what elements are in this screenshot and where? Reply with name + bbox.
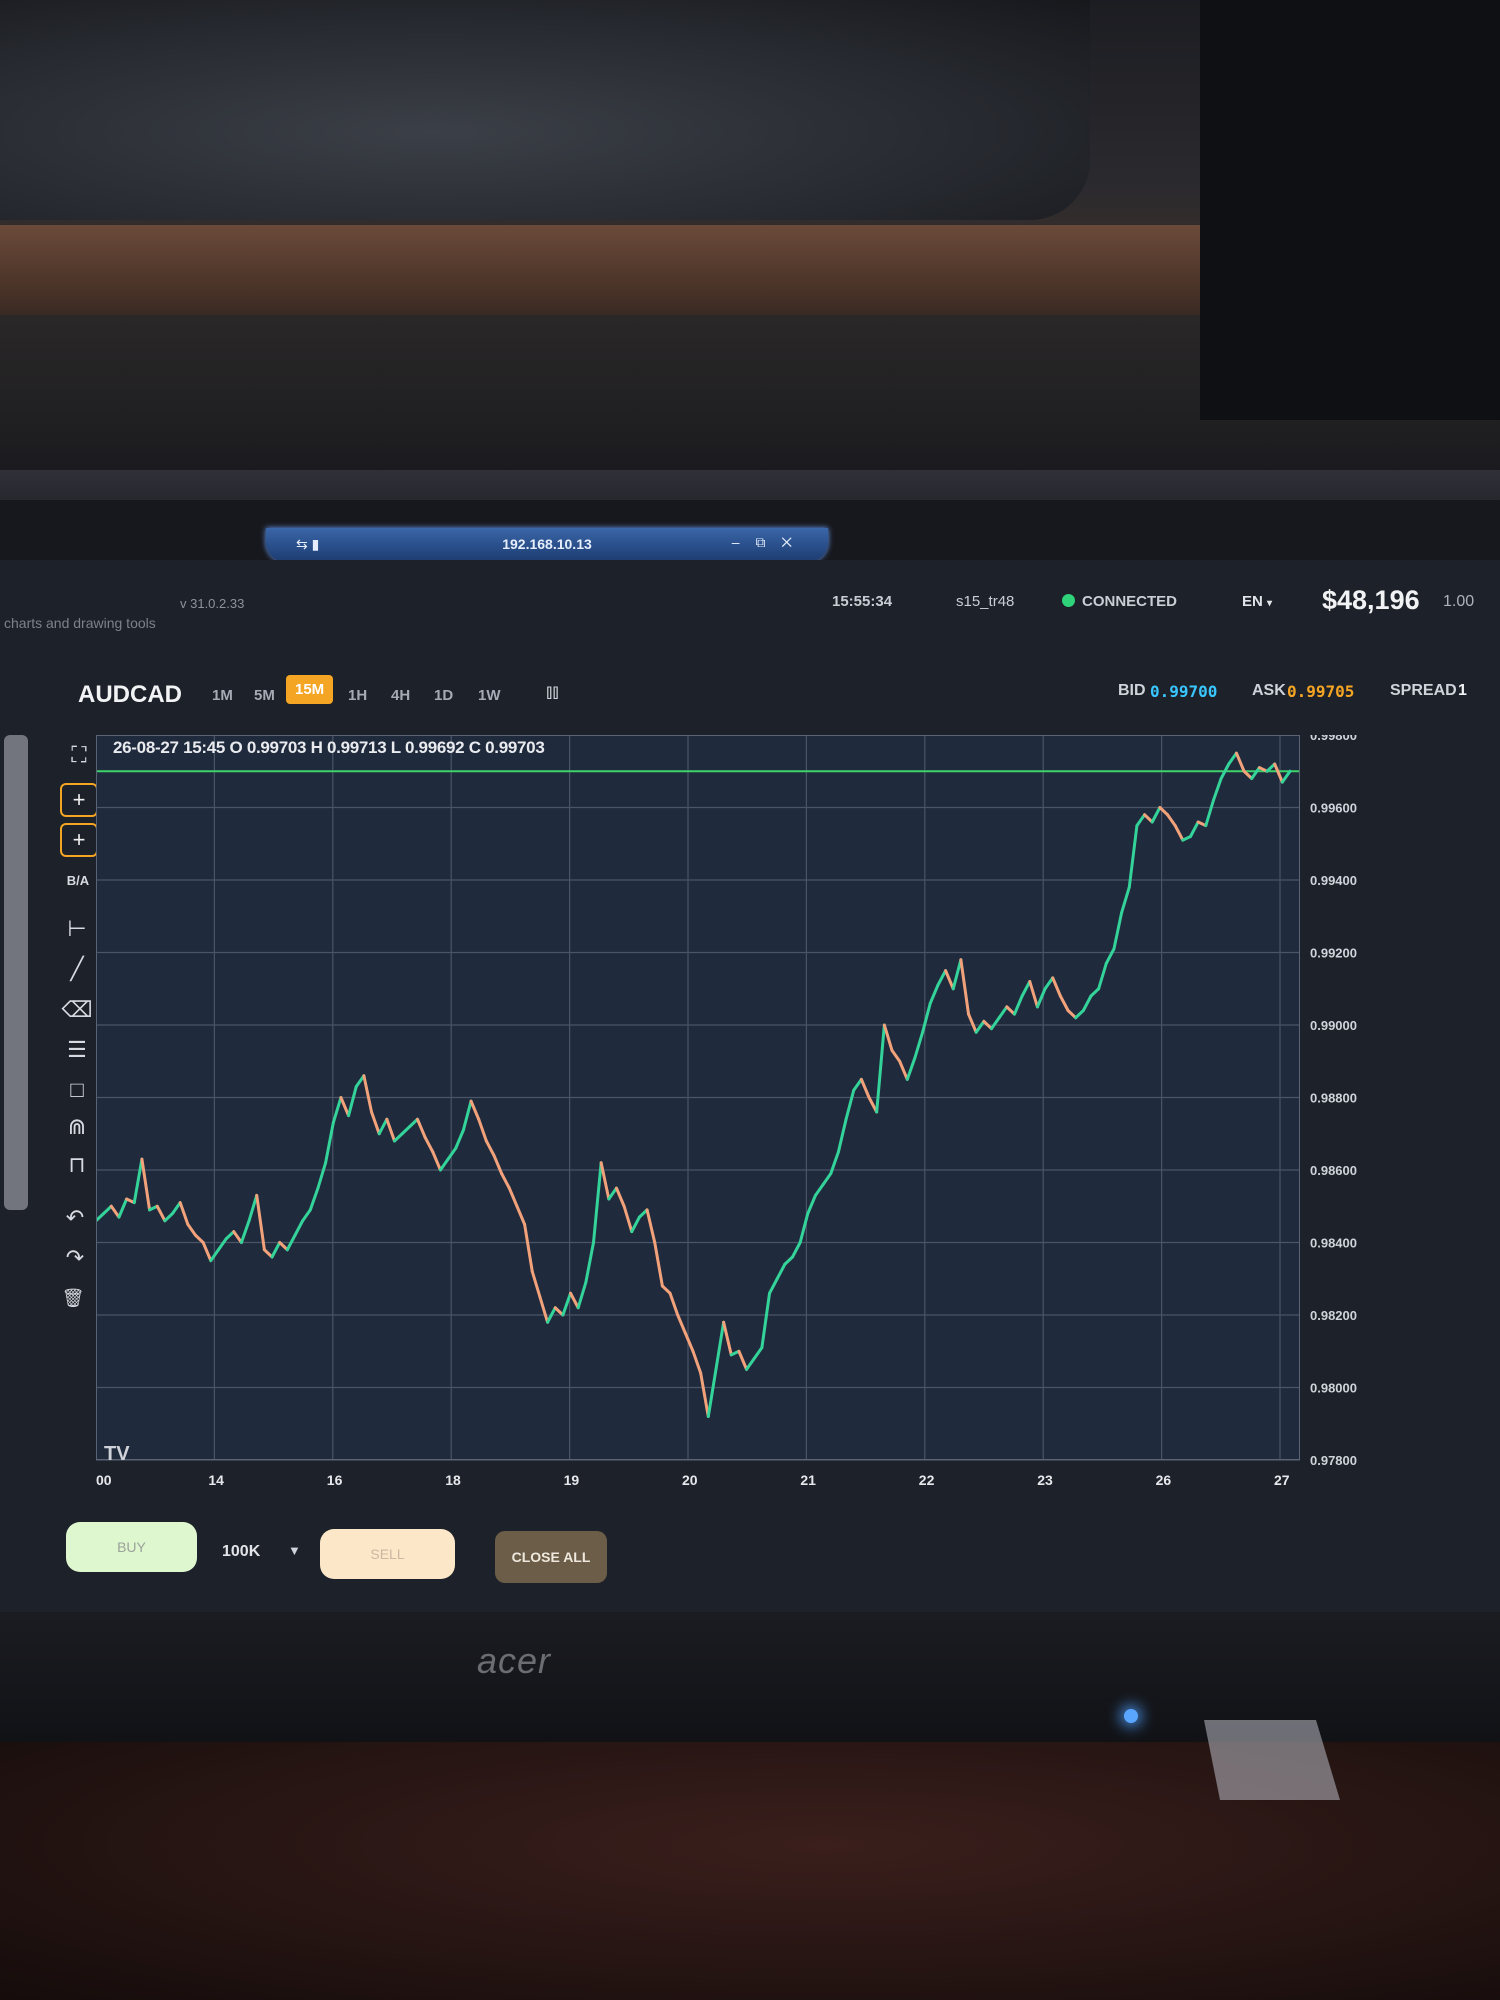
leverage-ratio: 1.00 [1443, 593, 1475, 610]
x-tick-label: 19 [564, 1472, 580, 1488]
connection-status-label: CONNECTED [1082, 593, 1178, 610]
close-all-button[interactable]: CLOSE ALL [495, 1531, 607, 1583]
eraser-icon[interactable]: ⌫ [60, 995, 94, 1025]
bid-ask-toggle[interactable]: B/A [61, 866, 95, 896]
candlestick-type-icon[interactable]: ⫾⫾ [546, 681, 559, 704]
account-balance: $48,196 [1322, 585, 1420, 615]
chevron-down-icon: ▾ [1267, 598, 1273, 609]
y-tick-label: 0.99800 [1310, 735, 1357, 743]
y-tick-label: 0.98800 [1310, 1091, 1357, 1106]
crosshair-icon[interactable]: + [60, 783, 98, 817]
chart-svg[interactable]: 0.99800 0.99600 0.99400 0.99200 0.99000 0.988… [94, 728, 1410, 1505]
x-tick-label: 23 [1037, 1472, 1053, 1488]
trash-icon[interactable]: 🗑 [56, 1283, 90, 1313]
ohlc-readout: 26-08-27 15:45 O 0.99703 H 0.99713 L 0.9… [113, 738, 545, 757]
timeframe-15m[interactable]: 15M [286, 675, 334, 704]
x-tick-label: 22 [919, 1472, 935, 1488]
top-bar: charts and drawing tools v 31.0.2.33 15:… [0, 560, 1500, 631]
monitor-brand-logo: acer [477, 1640, 552, 1681]
x-tick-label: 18 [445, 1472, 461, 1488]
y-tick-label: 0.98200 [1310, 1308, 1357, 1323]
ask-price: 0.99705 [1287, 682, 1355, 701]
x-tick-label: 00 [96, 1472, 112, 1488]
undo-icon[interactable]: ↶ [58, 1203, 92, 1233]
price-chart[interactable]: 0.99800 0.99600 0.99400 0.99200 0.99000 0.988… [94, 728, 1410, 1505]
y-tick-label: 0.98400 [1310, 1236, 1357, 1251]
timeframe-1h[interactable]: 1H [342, 685, 373, 706]
x-tick-label: 27 [1274, 1472, 1290, 1488]
trendline-icon[interactable]: ╱ [60, 954, 94, 984]
ruler-icon[interactable]: ⊢ [60, 914, 94, 944]
x-tick-label: 20 [682, 1472, 698, 1488]
y-tick-label: 0.99200 [1310, 946, 1357, 961]
timeframe-1m[interactable]: 1M [206, 685, 239, 706]
connection-status: CONNECTED [1062, 593, 1177, 610]
sell-button[interactable]: SELL [320, 1529, 455, 1579]
symbol-name[interactable]: AUDCAD [78, 681, 182, 709]
y-tick-label: 0.97800 [1310, 1453, 1357, 1468]
power-led-icon [1124, 1709, 1138, 1723]
y-tick-label: 0.98000 [1310, 1381, 1357, 1396]
redo-icon[interactable]: ↷ [58, 1243, 92, 1273]
username: s15_tr48 [956, 593, 1015, 610]
connected-dot-icon [1062, 594, 1075, 607]
magnet-icon[interactable]: ⋒ [60, 1112, 94, 1142]
y-tick-label: 0.99000 [1310, 1018, 1357, 1033]
language-value: EN [1242, 593, 1263, 610]
crosshair-plus-icon[interactable]: + [60, 823, 98, 857]
spread-label: SPREAD [1390, 682, 1457, 699]
timeframe-4h[interactable]: 4H [385, 685, 416, 706]
x-tick-label: 21 [800, 1472, 816, 1488]
clock: 15:55:34 [832, 593, 893, 610]
background-cushion [0, 0, 1090, 220]
chevron-down-icon[interactable]: ▼ [288, 1543, 301, 1558]
x-tick-label: 26 [1156, 1472, 1172, 1488]
x-tick-label: 16 [327, 1472, 343, 1488]
remote-session-bar[interactable]: ⇆ ▮ 192.168.10.13 – ⧉ ✕ [266, 528, 828, 562]
timeframe-5m[interactable]: 5M [248, 685, 281, 706]
spread-value: 1 [1458, 682, 1467, 699]
battery-icon [1200, 185, 1500, 420]
bid-price: 0.99700 [1150, 682, 1218, 701]
rectangle-icon[interactable]: □ [60, 1075, 94, 1105]
y-tick-label: 0.99400 [1310, 873, 1357, 888]
x-tick-label: 14 [208, 1472, 224, 1488]
ask-label: ASK [1252, 682, 1286, 699]
timeframe-1w[interactable]: 1W [472, 685, 507, 706]
app-version: v 31.0.2.33 [180, 596, 245, 611]
tradingview-logo: TV [104, 1443, 130, 1465]
fib-icon[interactable]: ☰ [60, 1035, 94, 1065]
window-controls[interactable]: – ⧉ ✕ [732, 534, 798, 551]
lock-icon[interactable]: ⊓ [60, 1150, 94, 1180]
buy-button[interactable]: BUY [66, 1522, 197, 1572]
language-select[interactable]: EN ▾ [1242, 593, 1272, 610]
timeframe-1d[interactable]: 1D [428, 685, 459, 706]
fullscreen-icon[interactable]: ⛶ [62, 740, 96, 770]
sidebar-scrollbar[interactable] [4, 735, 28, 1210]
y-tick-label: 0.99600 [1310, 801, 1357, 816]
bid-label: BID [1118, 682, 1146, 699]
app-subtitle: charts and drawing tools [4, 615, 156, 631]
y-tick-label: 0.98600 [1310, 1163, 1357, 1178]
lot-size-select[interactable]: 100K [222, 1543, 260, 1561]
